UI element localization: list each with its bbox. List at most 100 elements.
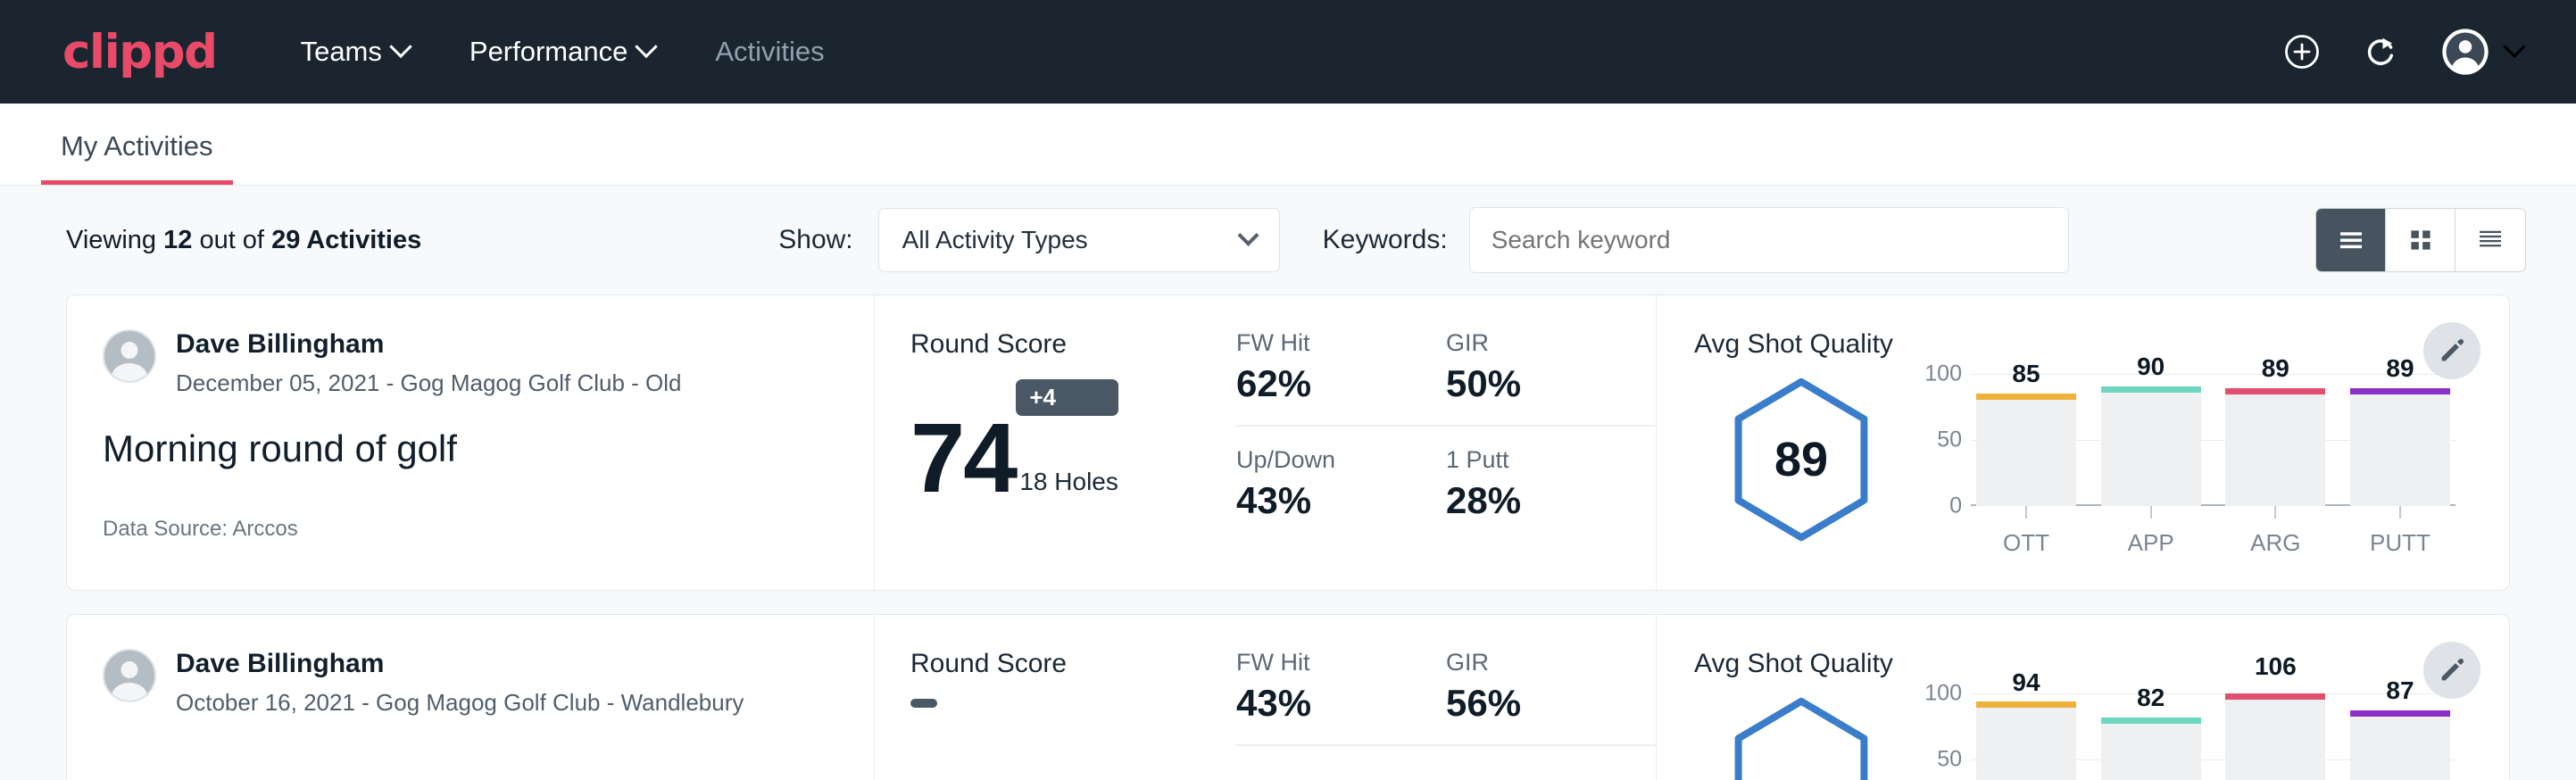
activity-summary: Dave Billingham October 16, 2021 - Gog M…: [67, 615, 875, 780]
bar-value: 106: [2225, 652, 2325, 681]
stat-fw-hit: FW Hit 43%: [1236, 649, 1446, 746]
activity-card[interactable]: Dave Billingham December 05, 2021 - Gog …: [66, 295, 2510, 591]
hexagon-icon: [1730, 697, 1873, 780]
shot-quality-bar-chart: 100 50 0 94: [1908, 688, 2456, 780]
nav-item-performance[interactable]: Performance: [466, 27, 658, 77]
chart-bars: 94 82 106: [1971, 693, 2456, 780]
round-score-section: Round Score: [875, 615, 1236, 780]
show-filter-group: Show: All Activity Types: [778, 208, 1279, 272]
y-tick: 100: [1924, 681, 1962, 707]
activity-meta: December 05, 2021 - Gog Magog Golf Club …: [176, 369, 682, 397]
score-to-par-badge: +4: [1016, 379, 1118, 416]
stat-value: 43%: [1236, 479, 1403, 522]
shot-quality-value: 89: [1774, 432, 1828, 487]
bar-value: 82: [2101, 684, 2201, 712]
avg-shot-quality-label: Avg Shot Quality: [1694, 329, 2456, 360]
compact-list-view-button[interactable]: [2456, 209, 2525, 271]
grid-view-button[interactable]: [2386, 209, 2456, 271]
x-tick: [2225, 506, 2325, 519]
show-label: Show:: [778, 225, 852, 255]
bar-column: 85: [1976, 374, 2076, 506]
shot-quality-hexagon: [1730, 697, 1873, 780]
stat-value: 28%: [1446, 479, 1613, 522]
round-score-section: Round Score 74 +4 18 Holes: [875, 295, 1236, 590]
shot-quality-bar-chart: 100 50 0 85: [1908, 369, 2456, 557]
bar-arg: [2225, 388, 2325, 506]
x-label: OTT: [1976, 529, 2076, 557]
stat-fw-hit: FW Hit 62%: [1236, 329, 1446, 427]
stat-up-down: Up/Down 43%: [1236, 446, 1446, 522]
stat-label: GIR: [1446, 649, 1613, 676]
chevron-down-icon: [2503, 36, 2525, 58]
x-tick: [2350, 506, 2450, 519]
avg-shot-quality-section: Avg Shot Quality 100 50: [1656, 615, 2509, 780]
viewing-count-text: Viewing 12 out of 29 Activities: [66, 226, 421, 255]
bar-column: 106: [2225, 693, 2325, 780]
stat-value: 62%: [1236, 362, 1403, 405]
search-input[interactable]: [1469, 207, 2069, 273]
bar-ott: [1976, 394, 2076, 506]
nav-item-activities[interactable]: Activities: [711, 27, 827, 77]
stat-one-putt: 1 Putt 28%: [1446, 446, 1656, 522]
chart-x-labels: OTT APP ARG PUTT: [1971, 529, 2456, 557]
list-view-button[interactable]: [2316, 209, 2386, 271]
chevron-down-icon: [1237, 224, 1259, 245]
activity-data-source: Data Source: Arccos: [103, 517, 838, 542]
activity-type-select-value: All Activity Types: [902, 226, 1088, 254]
bar-arg: [2225, 693, 2325, 780]
bar-value: 87: [2350, 676, 2450, 705]
account-avatar-icon: [2440, 27, 2490, 77]
avatar: [103, 329, 156, 383]
list-view-icon: [2335, 224, 2367, 256]
compact-list-view-icon: [2474, 224, 2506, 256]
activity-stats-grid: FW Hit 62% GIR 50% Up/Down 43% 1 Putt 28…: [1236, 295, 1656, 590]
nav-item-teams-label: Teams: [301, 36, 382, 68]
nav-actions: [2283, 27, 2522, 77]
add-circle-button[interactable]: [2283, 33, 2321, 71]
y-tick: 0: [1949, 494, 1962, 519]
viewing-count: 12: [163, 226, 192, 254]
chart-x-ticks: [1976, 506, 2450, 519]
avg-shot-quality-section: Avg Shot Quality 89 100 50: [1656, 295, 2509, 590]
chart-y-axis: 100 50 0: [1908, 693, 1971, 780]
bar-app: [2101, 386, 2201, 506]
refresh-icon: [2362, 33, 2399, 71]
account-menu-button[interactable]: [2440, 27, 2522, 77]
viewing-middle: out of: [199, 226, 264, 254]
shot-quality-hexagon-wrap: [1694, 688, 1908, 780]
activity-type-select[interactable]: All Activity Types: [878, 208, 1280, 272]
activity-stats-grid: FW Hit 43% GIR 56%: [1236, 615, 1656, 780]
activity-title: Morning round of golf: [103, 427, 838, 470]
stat-value: 43%: [1236, 682, 1403, 725]
nav-item-performance-label: Performance: [469, 36, 627, 68]
bar-column: 89: [2225, 374, 2325, 506]
refresh-button[interactable]: [2362, 33, 2399, 71]
bar-value: 89: [2225, 354, 2325, 383]
activity-person: Dave Billingham October 16, 2021 - Gog M…: [103, 649, 838, 717]
tab-my-activities-label: My Activities: [61, 130, 213, 162]
nav-item-teams[interactable]: Teams: [297, 27, 412, 77]
activity-list: Dave Billingham December 05, 2021 - Gog …: [0, 295, 2576, 780]
chart-plot-area: 94 82 106: [1971, 693, 2456, 780]
page-body: Viewing 12 out of 29 Activities Show: Al…: [0, 186, 2576, 780]
primary-nav: Teams Performance Activities: [297, 27, 828, 77]
bar-value: 90: [2101, 353, 2201, 381]
filter-toolbar: Viewing 12 out of 29 Activities Show: Al…: [0, 186, 2576, 295]
x-label: PUTT: [2350, 529, 2450, 557]
bar-column: 89: [2350, 374, 2450, 506]
y-tick: 100: [1924, 361, 1962, 387]
tab-my-activities[interactable]: My Activities: [41, 130, 233, 185]
activity-summary: Dave Billingham December 05, 2021 - Gog …: [67, 295, 875, 590]
top-navigation-bar: clippd Teams Performance Activities: [0, 0, 2576, 104]
holes-played: 18 Holes: [1019, 468, 1118, 496]
bar-value: 89: [2350, 354, 2450, 383]
x-label: ARG: [2225, 529, 2325, 557]
chart-bars: 85 90 89: [1971, 374, 2456, 506]
chevron-down-icon: [389, 36, 411, 58]
app-logo[interactable]: clippd: [62, 25, 217, 79]
activity-card[interactable]: Dave Billingham October 16, 2021 - Gog M…: [66, 614, 2510, 780]
person-name: Dave Billingham: [176, 329, 682, 361]
x-tick: [2101, 506, 2201, 519]
stat-gir: GIR 56%: [1446, 649, 1656, 746]
round-score-label: Round Score: [910, 329, 1236, 360]
